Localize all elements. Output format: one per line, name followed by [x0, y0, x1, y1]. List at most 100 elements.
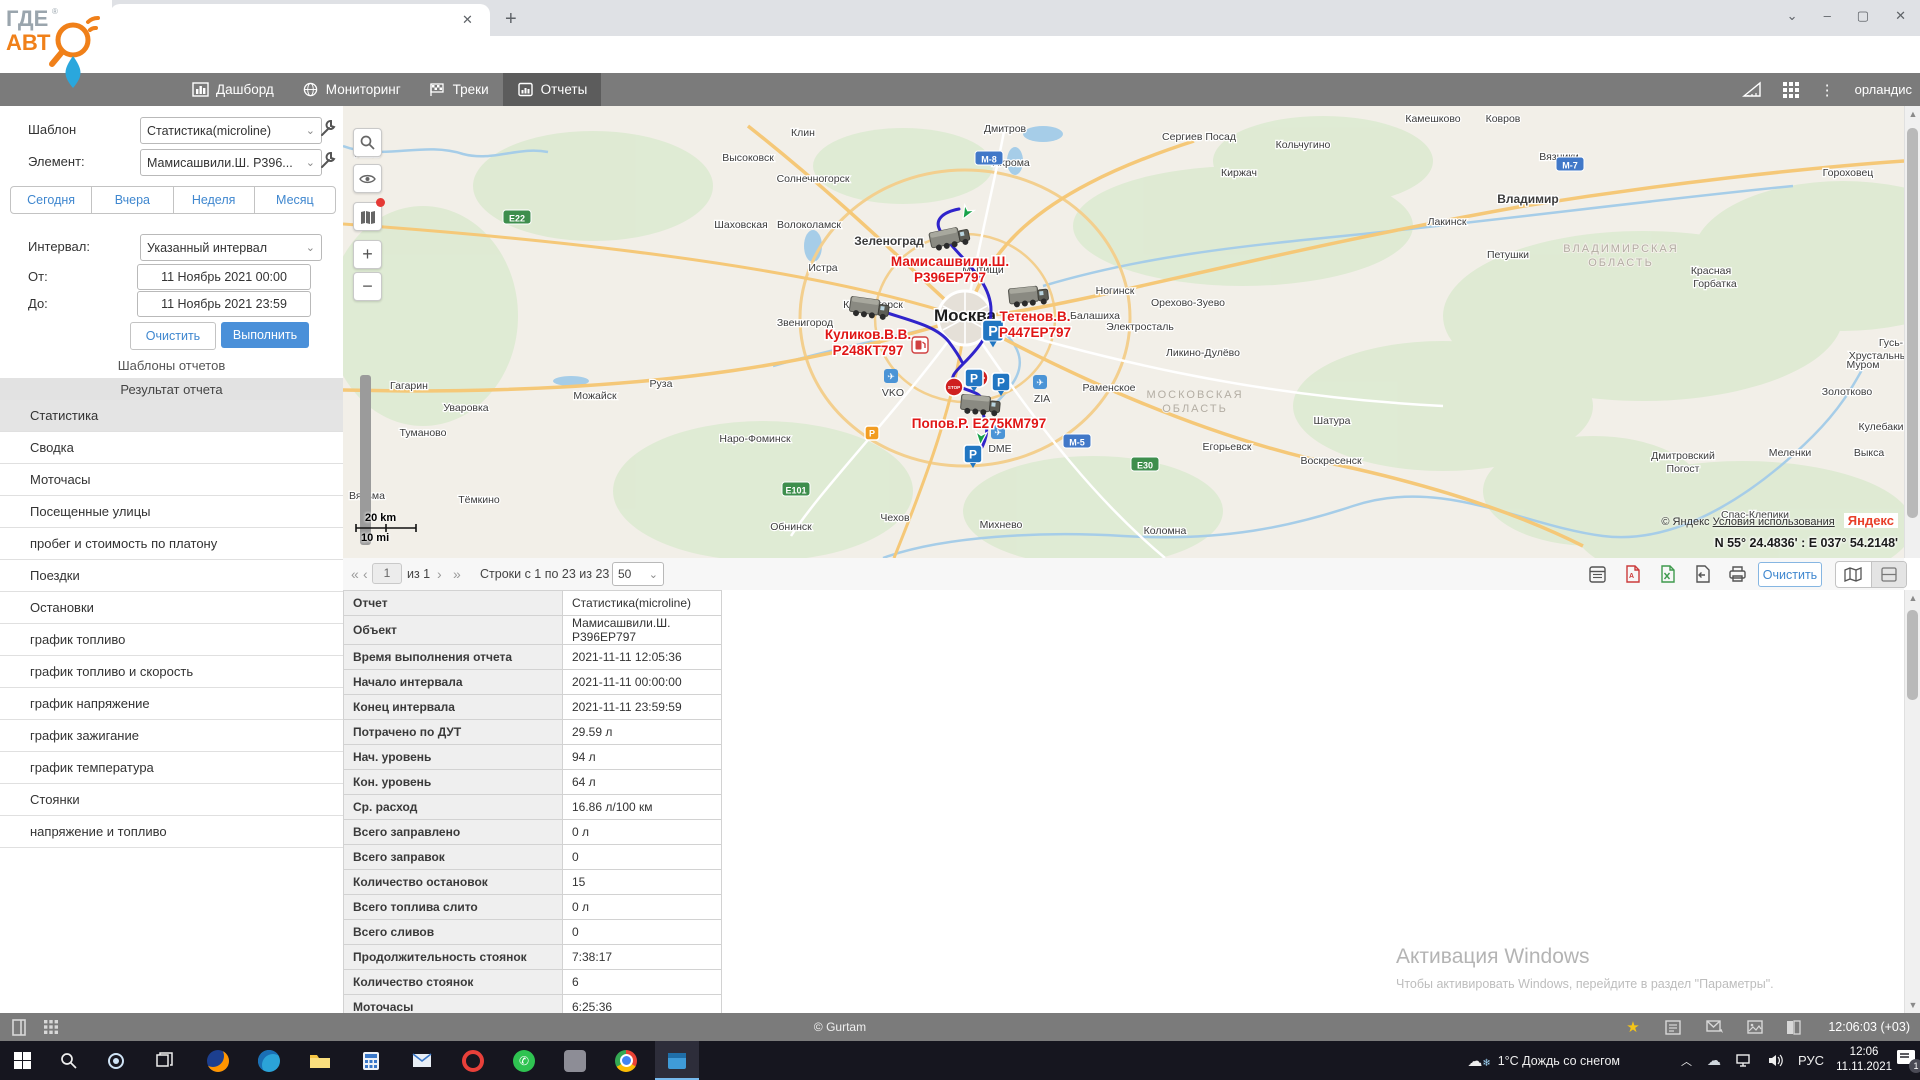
sidebar-report-item[interactable]: Сводка — [0, 432, 343, 464]
notes-icon[interactable] — [1664, 1018, 1682, 1036]
page-number-input[interactable]: 1 — [372, 563, 402, 584]
measure-ruler-icon[interactable] — [1742, 81, 1762, 98]
clear-report-button[interactable]: Очистить — [1758, 562, 1822, 587]
export-file-button[interactable] — [1690, 562, 1714, 586]
close-icon[interactable]: ✕ — [1895, 8, 1906, 24]
sidebar-report-item[interactable]: Поездки — [0, 560, 343, 592]
map-area[interactable]: РжевШаховскаяВолоколамскВысоковскКлинСол… — [343, 106, 1904, 558]
vehicle-label[interactable]: Р396ЕР797 — [914, 270, 986, 285]
element-settings-wrench-icon[interactable] — [318, 151, 336, 169]
yesterday-button[interactable]: Вчера — [92, 187, 173, 213]
map-search-button[interactable] — [353, 128, 382, 157]
vehicle-label[interactable]: Куликов.В.В. — [825, 327, 911, 342]
map-visibility-button[interactable] — [353, 164, 382, 193]
more-menu-icon[interactable]: ⋮ — [1820, 81, 1835, 99]
app-chrome[interactable] — [604, 1041, 648, 1080]
stop-sign-marker[interactable]: STOP — [945, 378, 963, 396]
app-explorer[interactable] — [298, 1041, 342, 1080]
app-mail[interactable] — [400, 1041, 444, 1080]
cortana-button[interactable] — [94, 1041, 138, 1080]
vehicle-label[interactable]: Попов.Р. Е275КМ797 — [912, 416, 1046, 431]
first-page-button[interactable]: « — [351, 566, 359, 582]
start-button[interactable] — [0, 1041, 44, 1080]
from-date-input[interactable]: 11 Ноябрь 2021 00:00 — [137, 264, 311, 290]
to-date-input[interactable]: 11 Ноябрь 2021 23:59 — [137, 291, 311, 317]
tab-close-icon[interactable]: ✕ — [462, 12, 473, 28]
vehicle-label[interactable]: Тетенов.В. — [1000, 309, 1071, 324]
journal-icon[interactable] — [1784, 1018, 1802, 1036]
yandex-map[interactable]: РжевШаховскаяВолоколамскВысоковскКлинСол… — [343, 106, 1904, 558]
zoom-out-button[interactable]: − — [353, 272, 382, 301]
export-excel-button[interactable] — [1655, 562, 1679, 586]
sidebar-report-item[interactable]: напряжение и топливо — [0, 816, 343, 848]
tab-dashboard[interactable]: Дашборд — [178, 73, 288, 106]
print-button[interactable] — [1725, 562, 1749, 586]
app-whatsapp[interactable]: ✆ — [502, 1041, 546, 1080]
app-capture-tool[interactable] — [553, 1041, 597, 1080]
sidebar-report-item[interactable]: график топливо — [0, 624, 343, 656]
vehicle-label[interactable]: Р248КТ797 — [833, 343, 904, 358]
language-indicator[interactable]: РУС — [1798, 1053, 1824, 1068]
table-scrollbar[interactable]: ▲ ▼ — [1904, 590, 1920, 1013]
taskbar-clock[interactable]: 12:06 11.11.2021 — [1836, 1045, 1892, 1075]
minimize-icon[interactable]: – — [1824, 8, 1831, 24]
last-page-button[interactable]: » — [453, 566, 461, 582]
zoom-in-button[interactable]: + — [353, 240, 382, 269]
vehicle-label[interactable]: Мамисашвили.Ш. — [891, 254, 1009, 269]
username[interactable]: орландис — [1855, 82, 1912, 97]
element-select[interactable]: Мамисашвили.Ш. Р396...⌄ — [140, 149, 322, 176]
sidebar-report-item[interactable]: график напряжение — [0, 688, 343, 720]
sidebar-report-item[interactable]: график температура — [0, 752, 343, 784]
sidebar-report-item[interactable]: пробег и стоимость по платону — [0, 528, 343, 560]
app-edge[interactable] — [247, 1041, 291, 1080]
apps-grid-icon[interactable] — [1782, 81, 1800, 99]
browser-tab[interactable] — [110, 4, 490, 36]
app-active-window[interactable] — [655, 1041, 699, 1080]
image-icon[interactable] — [1746, 1018, 1764, 1036]
task-view-button[interactable] — [142, 1041, 186, 1080]
clear-form-button[interactable]: Очистить — [130, 322, 216, 350]
week-button[interactable]: Неделя — [174, 187, 255, 213]
tray-expand-icon[interactable]: ︿ — [1681, 1053, 1692, 1069]
favorites-star-icon[interactable]: ★ — [1624, 1018, 1642, 1036]
next-page-button[interactable]: › — [437, 566, 442, 582]
fuel-station-marker[interactable] — [912, 337, 928, 353]
tab-tracks[interactable]: Треки — [415, 73, 503, 106]
map-scrollbar[interactable]: ▲ — [1904, 106, 1920, 558]
volume-icon[interactable] — [1768, 1054, 1783, 1067]
export-pdf-button[interactable]: A — [1620, 562, 1644, 586]
sidebar-report-item[interactable]: Статистика — [0, 400, 343, 432]
map-layers-button[interactable] — [353, 202, 382, 231]
tab-search-icon[interactable]: ⌄ — [1787, 8, 1798, 24]
table-view-button[interactable] — [1585, 562, 1609, 586]
tab-reports[interactable]: Отчеты — [503, 73, 602, 106]
sidebar-report-item[interactable]: график зажигание — [0, 720, 343, 752]
map-view-toggle[interactable] — [1836, 562, 1871, 587]
yandex-logo[interactable]: Яндекс — [1844, 513, 1898, 528]
onedrive-icon[interactable]: ☁ — [1707, 1052, 1721, 1069]
sidebar-report-item[interactable]: Остановки — [0, 592, 343, 624]
vehicle-label[interactable]: Р447ЕР797 — [999, 325, 1071, 340]
taskbar-search-button[interactable] — [46, 1041, 90, 1080]
fuel-brand-marker[interactable]: Р — [865, 426, 879, 440]
app-calculator[interactable] — [349, 1041, 393, 1080]
taskbar-weather[interactable]: ☁❄ 1°C Дождь со снегом — [1467, 1041, 1620, 1080]
interval-select[interactable]: Указанный интервал⌄ — [140, 234, 322, 261]
app-firefox[interactable] — [196, 1041, 240, 1080]
notification-center-button[interactable]: 1 — [1896, 1049, 1918, 1069]
report-templates-link[interactable]: Шаблоны отчетов — [0, 358, 343, 373]
split-view-toggle[interactable] — [1871, 562, 1907, 587]
network-icon[interactable] — [1736, 1054, 1753, 1067]
app-opera[interactable] — [451, 1041, 495, 1080]
sidebar-report-item[interactable]: график топливо и скорость — [0, 656, 343, 688]
terms-link[interactable]: Условия использования — [1713, 516, 1835, 528]
run-report-button[interactable]: Выполнить — [221, 322, 309, 348]
mail-icon[interactable] — [1706, 1018, 1724, 1036]
tab-monitoring[interactable]: Мониторинг — [288, 73, 415, 106]
maximize-icon[interactable]: ▢ — [1857, 8, 1869, 24]
page-size-select[interactable]: 50⌄ — [612, 562, 664, 586]
month-button[interactable]: Месяц — [255, 187, 335, 213]
today-button[interactable]: Сегодня — [11, 187, 92, 213]
sidebar-report-item[interactable]: Моточасы — [0, 464, 343, 496]
template-select[interactable]: Статистика(microline)⌄ — [140, 117, 322, 144]
